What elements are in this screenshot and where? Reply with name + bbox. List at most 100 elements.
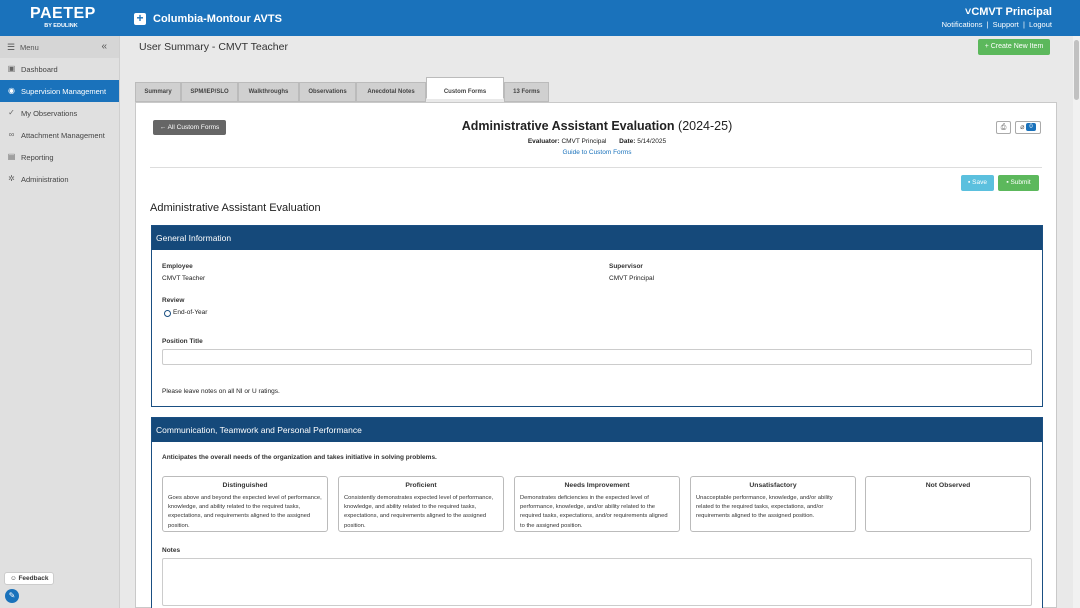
- evaluator-value: CMVT Principal: [561, 138, 607, 145]
- logo-sub: BY EDULINK: [44, 23, 78, 29]
- supervisor-value: CMVT Principal: [609, 275, 655, 282]
- tab-custom-forms[interactable]: Custom Forms: [426, 77, 504, 99]
- end-of-year-radio[interactable]: [164, 310, 171, 317]
- rating-title: Distinguished: [222, 482, 268, 489]
- check-icon: ✓: [8, 108, 15, 117]
- menu-label: Menu: [20, 43, 39, 52]
- rating-proficient[interactable]: Proficient Consistently demonstrates exp…: [338, 476, 504, 532]
- hamburger-icon: ☰: [7, 42, 16, 52]
- evaluator-label: Evaluator:: [527, 138, 560, 145]
- rating-description: Goes above and beyond the expected level…: [168, 495, 322, 529]
- plus-icon[interactable]: +: [134, 12, 146, 25]
- sidebar-item-label: Dashboard: [21, 65, 58, 74]
- criterion-text: Anticipates the overall needs of the org…: [162, 454, 437, 461]
- general-information-section: General Information Employee CMVT Teache…: [151, 225, 1043, 407]
- submit-button[interactable]: ▪ Submit: [998, 175, 1039, 191]
- save-button[interactable]: ▪ Save: [961, 175, 994, 191]
- content-panel: ← All Custom Forms Administrative Assist…: [135, 102, 1057, 608]
- user-name: CMVT Principal: [971, 6, 1052, 18]
- sidebar-item-reporting[interactable]: ▤ Reporting: [0, 146, 119, 168]
- communication-section: Communication, Teamwork and Personal Per…: [151, 417, 1043, 608]
- divider: [150, 167, 1042, 168]
- tab-spm-iep-slo[interactable]: SPM/IEP/SLO: [181, 82, 238, 102]
- sidebar-item-label: Reporting: [21, 153, 54, 162]
- form-title-year: (2024-25): [678, 119, 733, 133]
- gear-icon: ✲: [8, 174, 15, 183]
- section-header: General Information: [152, 226, 1042, 250]
- sidebar-item-label: Administration: [21, 175, 69, 184]
- tab-summary[interactable]: Summary: [135, 82, 181, 102]
- link-icon: ∞: [8, 130, 15, 139]
- submit-label: Submit: [1010, 179, 1031, 186]
- sidebar-item-label: My Observations: [21, 109, 78, 118]
- tab-observations[interactable]: Observations: [299, 82, 356, 102]
- logo-main: PAETEP: [30, 5, 96, 22]
- rating-title: Not Observed: [925, 482, 971, 489]
- dashboard-icon: ▣: [7, 64, 16, 73]
- rating-title: Needs Improvement: [564, 482, 630, 489]
- rating-needs-improvement[interactable]: Needs Improvement Demonstrates deficienc…: [514, 476, 680, 532]
- position-title-label: Position Title: [162, 338, 203, 345]
- evaluation-name: Administrative Assistant Evaluation: [150, 202, 321, 214]
- sidebar-item-my-observations[interactable]: ✓ My Observations: [0, 102, 119, 124]
- sidebar-item-label: Supervision Management: [21, 87, 107, 96]
- sidebar-item-attachments[interactable]: ∞ Attachment Management: [0, 124, 119, 146]
- paperclip-icon: ⌀: [1020, 124, 1025, 131]
- position-title-input[interactable]: [162, 349, 1032, 365]
- section-header: Communication, Teamwork and Personal Per…: [152, 418, 1042, 442]
- top-bar: PAETEP BY EDULINK + Columbia-Montour AVT…: [0, 0, 1080, 36]
- notes-textarea[interactable]: [162, 558, 1032, 606]
- chart-icon: ▤: [7, 152, 16, 161]
- guide-link[interactable]: Guide to Custom Forms: [136, 149, 1058, 156]
- attachment-count-badge: 0: [1026, 123, 1036, 132]
- date-label: Date:: [619, 138, 636, 145]
- site-name[interactable]: Columbia-Montour AVTS: [153, 13, 282, 25]
- rating-description: Demonstrates deficiencies in the expecte…: [520, 495, 668, 529]
- sidebar-item-administration[interactable]: ✲ Administration: [0, 168, 119, 190]
- end-of-year-label[interactable]: End-of-Year: [173, 309, 207, 316]
- employee-value: CMVT Teacher: [162, 275, 206, 282]
- feedback-button[interactable]: ☺ Feedback: [4, 572, 55, 585]
- employee-label: Employee: [162, 263, 193, 270]
- save-label: Save: [972, 179, 987, 186]
- support-link[interactable]: Support: [993, 20, 1019, 29]
- page-title: User Summary - CMVT Teacher: [139, 41, 288, 53]
- notes-label: Notes: [162, 547, 181, 554]
- form-meta: Evaluator: CMVT Principal Date: 5/14/202…: [136, 138, 1058, 145]
- review-label: Review: [162, 297, 185, 304]
- rating-distinguished[interactable]: Distinguished Goes above and beyond the …: [162, 476, 328, 532]
- sidebar-item-dashboard[interactable]: ▣ Dashboard: [0, 58, 119, 80]
- help-icon[interactable]: ✎: [5, 589, 19, 603]
- notes-hint: Please leave notes on all NI or U rating…: [162, 388, 280, 395]
- attachments-button[interactable]: ⌀ 0: [1015, 121, 1041, 134]
- feedback-icon: ☺: [10, 575, 17, 582]
- user-links: Notifications | Support | Logout: [941, 20, 1052, 29]
- form-title-main: Administrative Assistant Evaluation: [461, 119, 675, 133]
- menu-toggle[interactable]: ☰ Menu «: [0, 36, 119, 58]
- rating-not-observed[interactable]: Not Observed: [865, 476, 1031, 532]
- tab-13-forms[interactable]: 13 Forms: [504, 82, 549, 102]
- sidebar-item-supervision[interactable]: ◉ Supervision Management: [0, 80, 119, 102]
- supervision-icon: ◉: [8, 86, 15, 95]
- rating-title: Proficient: [405, 482, 437, 489]
- logout-link[interactable]: Logout: [1029, 20, 1052, 29]
- rating-description: Consistently demonstrates expected level…: [344, 495, 494, 529]
- notifications-link[interactable]: Notifications: [942, 20, 983, 29]
- tab-anecdotal-notes[interactable]: Anecdotal Notes: [356, 82, 426, 102]
- date-value: 5/14/2025: [637, 138, 667, 145]
- rating-title: Unsatisfactory: [749, 482, 797, 489]
- tab-walkthroughs[interactable]: Walkthroughs: [238, 82, 299, 102]
- form-title: Administrative Assistant Evaluation (202…: [136, 119, 1058, 133]
- scrollbar[interactable]: [1073, 36, 1080, 608]
- user-menu[interactable]: ˅CMVT Principal: [965, 6, 1052, 18]
- collapse-icon[interactable]: «: [101, 41, 107, 52]
- scrollbar-thumb[interactable]: [1074, 40, 1079, 100]
- rating-unsatisfactory[interactable]: Unsatisfactory Unacceptable performance,…: [690, 476, 856, 532]
- sidebar-item-label: Attachment Management: [21, 131, 105, 140]
- print-icon: ⎙: [1000, 124, 1007, 131]
- submit-icon: ▪: [1006, 179, 1009, 186]
- rating-description: Unacceptable performance, knowledge, and…: [696, 495, 833, 520]
- print-button[interactable]: ⎙: [996, 121, 1011, 134]
- paetep-logo[interactable]: PAETEP BY EDULINK: [30, 5, 96, 30]
- create-new-item-button[interactable]: + Create New Item: [978, 39, 1050, 55]
